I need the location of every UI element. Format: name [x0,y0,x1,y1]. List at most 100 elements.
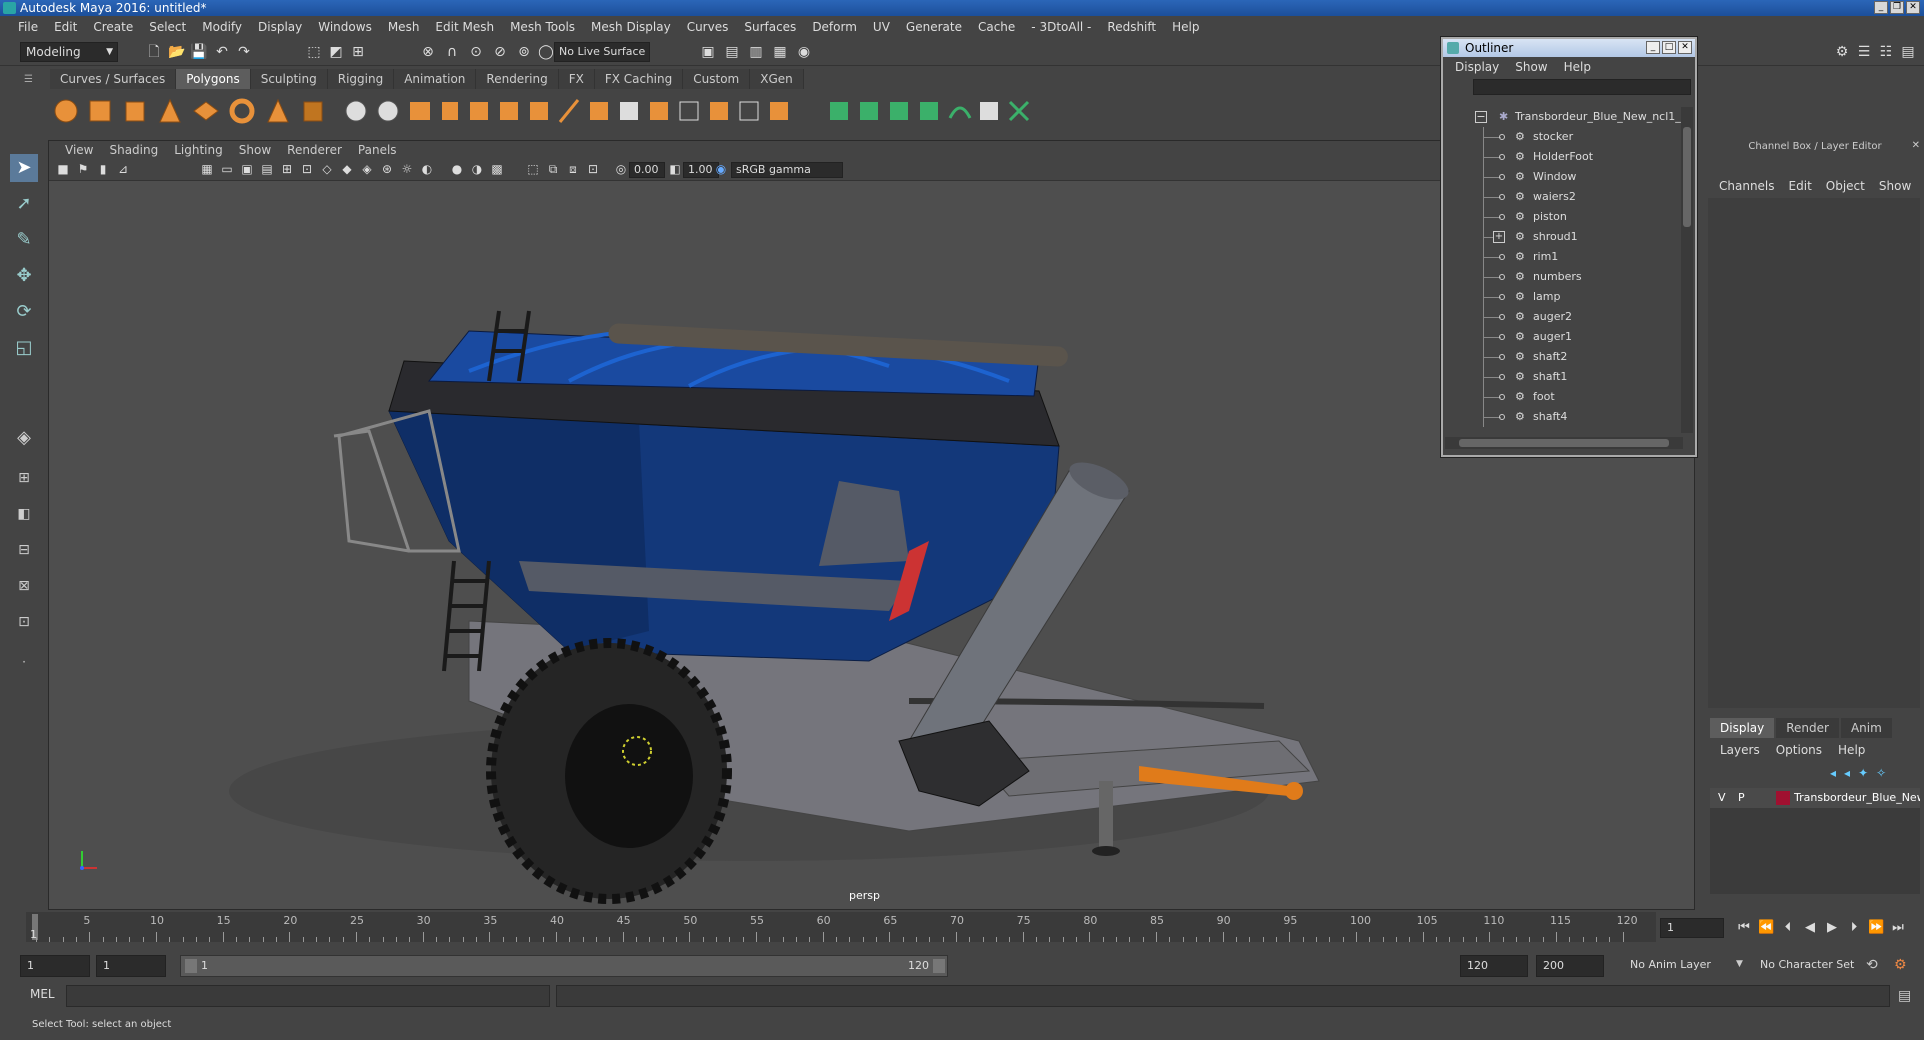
outliner-item[interactable]: ⚙ rim1 [1445,247,1683,267]
outliner-filter-input[interactable] [1473,79,1691,95]
safe-action-icon[interactable]: ⊡ [299,161,315,177]
persp-outliner-icon[interactable]: ⊟ [10,536,38,564]
step-back-key-button[interactable]: ⏪ [1758,918,1774,938]
outliner-title-bar[interactable]: Outliner _ □ ✕ [1443,39,1695,57]
live-surface-field[interactable]: No Live Surface [554,42,650,62]
shelf-tab-rigging[interactable]: Rigging [327,69,395,89]
layer-visibility-toggle[interactable]: V [1718,788,1728,808]
anim-layer-dropdown[interactable]: No Anim Layer [1624,955,1748,977]
automatic-uv-icon[interactable] [920,102,938,120]
go-to-start-button[interactable]: ⏮ [1736,918,1752,938]
menu-curves[interactable]: Curves [679,20,737,34]
snap-grid-icon[interactable]: ⊗ [420,44,436,60]
outliner-close-button[interactable]: ✕ [1678,41,1692,54]
menu-mesh-tools[interactable]: Mesh Tools [502,20,583,34]
close-button[interactable]: ✕ [1906,1,1920,14]
jack-foot[interactable] [1092,846,1120,856]
camera-attrs-icon[interactable]: ⚑ [75,161,91,177]
workspace-icon[interactable]: ⚙ [1834,44,1850,60]
outliner-item[interactable]: ⚙ auger1 [1445,327,1683,347]
anti-aliasing-icon[interactable]: ▩ [489,161,505,177]
plane-icon[interactable] [193,101,219,121]
menu-windows[interactable]: Windows [310,20,380,34]
snap-surface-icon[interactable]: ⊚ [516,44,532,60]
step-back-frame-button[interactable]: ⏴ [1780,918,1796,938]
menu-create[interactable]: Create [85,20,141,34]
outliner-item[interactable]: ⚙ waiers2 [1445,187,1683,207]
outliner-item[interactable]: ⚙ foot [1445,387,1683,407]
hopper-front-face[interactable] [389,411,649,651]
menu-edit[interactable]: Edit [46,20,85,34]
render-settings-icon[interactable]: ▦ [772,44,788,60]
new-scene-icon[interactable]: 🗋 [146,44,162,60]
play-backwards-button[interactable]: ◀ [1802,918,1818,938]
shelf-tab-sculpting[interactable]: Sculpting [250,69,328,89]
planar-uv-icon[interactable] [830,102,848,120]
viewport-menu-show[interactable]: Show [231,141,279,159]
viewport-menu-lighting[interactable]: Lighting [166,141,231,159]
collapse-icon[interactable]: − [1475,111,1487,123]
motion-blur-icon[interactable]: ◑ [469,161,485,177]
layer-tab-display[interactable]: Display [1710,718,1775,738]
field-chart-icon[interactable]: ⊞ [279,161,295,177]
extrude-icon[interactable] [442,102,458,120]
torus-icon[interactable] [229,98,255,124]
layout-menu-icon[interactable]: · [10,648,38,676]
snap-view-icon[interactable]: ⊘ [492,44,508,60]
menu-file[interactable]: File [10,20,46,34]
lights-icon[interactable]: ☼ [399,161,415,177]
smooth-shade-icon[interactable]: ◆ [339,161,355,177]
new-layer-selected-icon[interactable]: ✧ [1876,766,1886,780]
snap-curve-icon[interactable]: ∩ [444,44,460,60]
make-live-icon[interactable]: ◯ [538,44,554,60]
film-gate-icon[interactable]: ▭ [219,161,235,177]
multicut-icon[interactable] [558,99,580,123]
xray-joints-icon[interactable]: ⧈ [565,161,581,177]
menu-display[interactable]: Display [250,20,310,34]
outliner-item[interactable]: + ⚙ shroud1 [1445,227,1683,247]
color-space-dropdown[interactable]: sRGB gamma [731,162,843,178]
layer-menu-help[interactable]: Help [1830,740,1873,760]
select-tool-icon[interactable]: ➤ [10,154,38,182]
layer-playback-toggle[interactable]: P [1738,788,1748,808]
bookmark-icon[interactable]: ▮ [95,161,111,177]
channel-box-menu-object[interactable]: Object [1819,176,1872,196]
viewport-menu-renderer[interactable]: Renderer [279,141,350,159]
shelf-tab-curves-surfaces[interactable]: Curves / Surfaces [50,69,177,89]
spherical-uv-icon[interactable] [890,102,908,120]
select-object-icon[interactable]: ◩ [328,44,344,60]
expand-icon[interactable]: + [1493,231,1505,243]
camera-icon[interactable]: ■ [55,161,71,177]
side-by-side-icon[interactable]: ◧ [10,500,38,528]
save-scene-icon[interactable]: 💾 [190,44,207,60]
cube-icon[interactable] [89,100,111,122]
channel-box-toggle-icon[interactable]: ▤ [1900,44,1916,60]
sphere-icon[interactable] [54,99,78,123]
color-management-icon[interactable]: ◉ [713,161,729,177]
rotate-tool-icon[interactable]: ⟳ [10,298,38,326]
bridge-icon[interactable] [470,102,488,120]
single-view-icon[interactable]: ◈ [10,424,38,452]
menu-help[interactable]: Help [1164,20,1207,34]
checker-icon[interactable] [980,102,998,120]
go-to-end-button[interactable]: ⏭ [1890,918,1906,938]
step-forward-frame-button[interactable]: ⏵ [1846,918,1862,938]
target-weld-icon[interactable] [679,101,699,121]
play-forwards-button[interactable]: ▶ [1824,918,1840,938]
channel-list[interactable] [1708,198,1920,708]
gate-mask-icon[interactable]: ▤ [259,161,275,177]
attribute-editor-toggle-icon[interactable]: ☰ [1856,44,1872,60]
panel-close-icon[interactable]: ✕ [1912,140,1920,151]
select-component-icon[interactable]: ⊞ [350,44,366,60]
restore-button[interactable]: ❐ [1890,1,1904,14]
outliner-item[interactable]: ⚙ lamp [1445,287,1683,307]
outliner-item[interactable]: ⚙ Window [1445,167,1683,187]
outliner-item[interactable]: ⚙ shaft2 [1445,347,1683,367]
cylinder-icon[interactable] [125,101,145,122]
outliner-root-item[interactable]: − ✱ Transbordeur_Blue_New_ncl1_1 [1445,107,1683,127]
animation-prefs-icon[interactable]: ⚙ [1894,957,1907,973]
outliner-item[interactable]: ⚙ piston [1445,207,1683,227]
render-view-icon[interactable]: ▣ [700,44,716,60]
anim-layer-chevron-icon[interactable]: ▼ [1736,959,1743,969]
snap-point-icon[interactable]: ⊙ [468,44,484,60]
